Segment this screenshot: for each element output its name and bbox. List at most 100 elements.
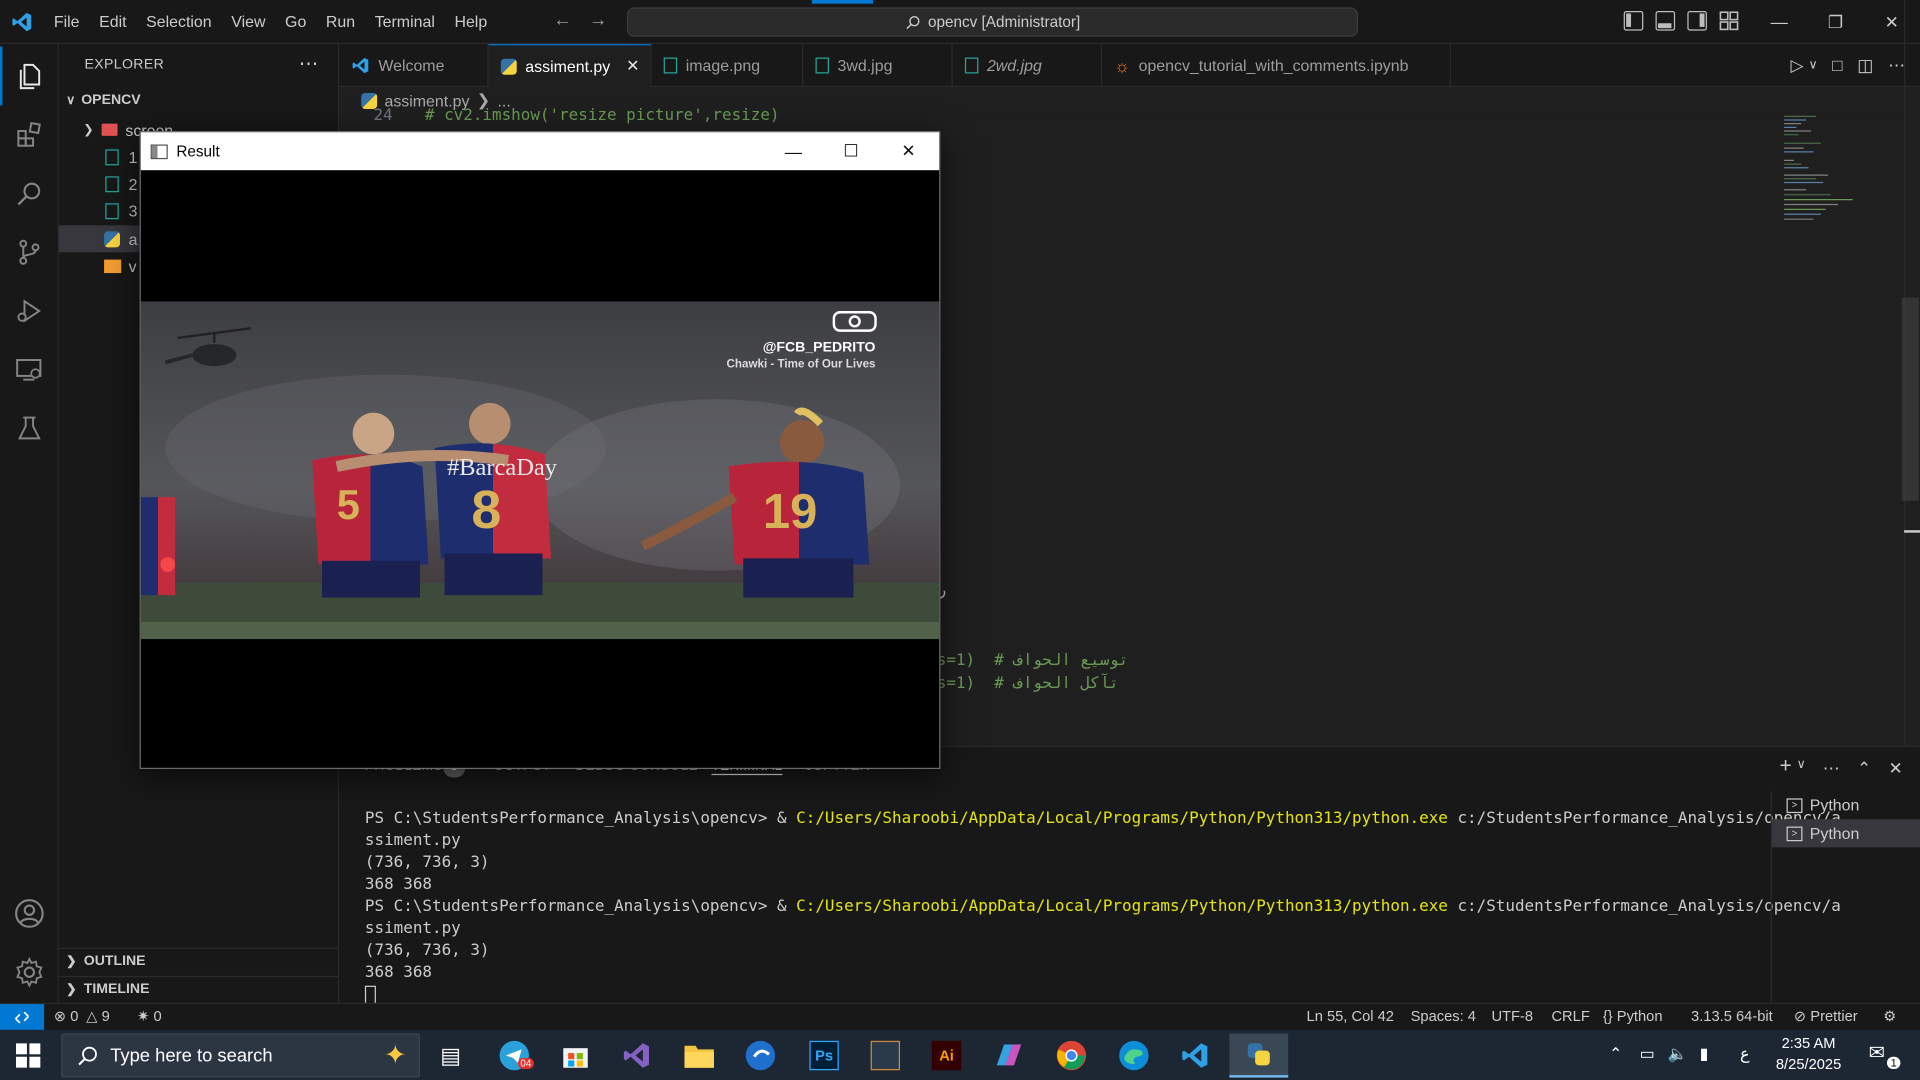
tab-image-png[interactable]: image.png [651, 44, 804, 87]
outline-section[interactable]: ❯ OUTLINE [66, 954, 145, 969]
edge-icon[interactable] [1106, 1033, 1162, 1077]
visual-studio-icon[interactable] [609, 1033, 665, 1077]
run-debug-icon[interactable] [0, 282, 59, 341]
tab-notebook[interactable]: ☼ opencv_tutorial_with_comments.ipynb [1102, 44, 1452, 87]
app-moon-icon[interactable] [732, 1033, 788, 1077]
system-clock[interactable]: 2:35 AM 8/25/2025 [1765, 1033, 1853, 1075]
battery-icon[interactable]: ▮ [1700, 1044, 1709, 1064]
close-icon[interactable]: ✕ [880, 132, 936, 170]
folder-name: OPENCV [81, 93, 141, 108]
restore-icon[interactable]: ❐ [1807, 0, 1863, 44]
testing-icon[interactable] [0, 399, 59, 458]
run-file-icon[interactable]: ▷ [1790, 55, 1803, 76]
source-control-icon[interactable] [0, 223, 59, 282]
cursor-position[interactable]: Ln 55, Col 42 [1307, 1008, 1394, 1025]
terminal-output[interactable]: PS C:\StudentsPerformance_Analysis\openc… [364, 808, 1841, 1006]
file-explorer-icon[interactable] [671, 1033, 727, 1077]
taskbar-search[interactable]: Type here to search ✦ [61, 1033, 421, 1078]
ports-icon: ✷ [137, 1007, 150, 1025]
customize-layout-icon[interactable] [1719, 11, 1739, 31]
menu-selection[interactable]: Selection [136, 0, 221, 43]
telegram-icon[interactable]: 04 [486, 1033, 542, 1077]
toggle-panel-icon[interactable] [1655, 11, 1676, 31]
terminal-exe: C:/Users/Sharoobi/AppData/Local/Programs… [796, 809, 1448, 828]
more-actions-icon[interactable]: ⋯ [299, 51, 319, 75]
menu-edit[interactable]: Edit [89, 0, 136, 43]
accounts-icon[interactable] [0, 884, 59, 943]
chrome-icon[interactable] [1043, 1033, 1099, 1077]
end-of-line[interactable]: CRLF [1551, 1008, 1589, 1025]
show-hidden-icons-icon[interactable]: ⌃ [1609, 1044, 1622, 1064]
input-language[interactable]: ع [1740, 1044, 1750, 1064]
python-taskbar-icon[interactable] [1229, 1033, 1289, 1078]
microsoft-store-icon[interactable] [547, 1033, 603, 1077]
language-label: Python [1616, 1007, 1663, 1025]
volume-icon[interactable]: 🔈 [1668, 1044, 1688, 1064]
toggle-secondary-sidebar-icon[interactable] [1687, 11, 1707, 31]
menu-file[interactable]: File [44, 0, 89, 43]
chevron-down-icon[interactable]: ∨ [1797, 758, 1806, 779]
notification-center-icon[interactable]: ✉ [1869, 1041, 1885, 1065]
new-terminal-icon[interactable]: + [1780, 754, 1792, 778]
forward-arrow-icon[interactable]: → [589, 10, 607, 31]
tab-welcome[interactable]: Welcome [339, 44, 489, 87]
split-editor-icon[interactable]: ◫ [1857, 55, 1873, 76]
remote-indicator-icon[interactable] [0, 1004, 45, 1032]
terminal-instance-selected[interactable]: > Python [1771, 819, 1920, 848]
menu-help[interactable]: Help [445, 0, 497, 43]
maximize-icon[interactable]: ☐ [823, 132, 879, 170]
python-interpreter[interactable]: 3.13.5 64-bit [1691, 1008, 1773, 1025]
app-tools-icon[interactable] [857, 1033, 913, 1077]
open-changes-icon[interactable]: □ [1832, 55, 1842, 76]
indentation[interactable]: Spaces: 4 [1411, 1008, 1476, 1025]
minimap[interactable] [1779, 114, 1865, 224]
menu-terminal[interactable]: Terminal [365, 0, 445, 43]
language-mode[interactable]: {} Python [1603, 1008, 1663, 1025]
minimize-icon[interactable]: — [765, 132, 821, 170]
notifications-bell-icon[interactable]: ⚙ [1883, 1008, 1896, 1025]
close-icon[interactable]: ✕ [1864, 0, 1920, 44]
extensions-icon[interactable] [0, 105, 59, 164]
close-panel-icon[interactable]: ✕ [1889, 758, 1903, 779]
workspace-folder-header[interactable]: ∨ OPENCV [66, 93, 141, 108]
back-arrow-icon[interactable]: ← [553, 10, 571, 31]
encoding[interactable]: UTF-8 [1491, 1008, 1533, 1025]
problems-status[interactable]: ⊗ 0 △ 9 [54, 1008, 110, 1025]
menu-run[interactable]: Run [316, 0, 365, 43]
editor-scrollbar[interactable] [1901, 297, 1919, 501]
ports-status[interactable]: ✷ 0 [137, 1008, 162, 1025]
photoshop-icon[interactable]: Ps [796, 1033, 852, 1077]
device-icon[interactable]: ▭ [1640, 1044, 1655, 1064]
settings-gear-icon[interactable] [0, 943, 59, 1002]
maximize-panel-icon[interactable]: ⌃ [1857, 758, 1871, 779]
outline-label: OUTLINE [83, 953, 146, 969]
task-view-icon[interactable]: ▤ [422, 1033, 478, 1077]
chevron-down-icon[interactable]: ∨ [1809, 59, 1818, 76]
illustrator-icon[interactable]: Ai [918, 1033, 974, 1077]
warning-count: 9 [101, 1007, 110, 1025]
more-actions-icon[interactable]: ⋯ [1888, 55, 1905, 76]
menu-view[interactable]: View [221, 0, 275, 43]
minimize-icon[interactable]: — [1751, 0, 1807, 44]
more-actions-icon[interactable]: ⋯ [1823, 758, 1840, 779]
result-window-titlebar[interactable]: Result — ☐ ✕ [140, 132, 940, 171]
windows-start-icon[interactable] [0, 1033, 56, 1077]
prettier-status[interactable]: ⊘ Prettier [1794, 1008, 1858, 1025]
search-icon[interactable] [0, 164, 59, 223]
close-tab-icon[interactable]: ✕ [626, 56, 639, 76]
terminal-prompt: PS C:\StudentsPerformance_Analysis\openc… [364, 897, 797, 916]
command-center[interactable]: opencv [Administrator] [626, 0, 1358, 37]
tab-assiment-py[interactable]: assiment.py ✕ [488, 44, 652, 87]
terminal-instance[interactable]: > Python [1772, 791, 1920, 819]
chevron-right-icon: ❯ [66, 983, 77, 997]
vscode-taskbar-icon[interactable] [1167, 1033, 1223, 1077]
remote-explorer-icon[interactable] [0, 340, 59, 399]
menu-go[interactable]: Go [275, 0, 316, 43]
copilot-icon[interactable] [981, 1033, 1037, 1077]
tab-3wd-jpg[interactable]: 3wd.jpg [803, 44, 953, 87]
opencv-result-window[interactable]: Result — ☐ ✕ 5 8 19 #BarcaDay @FCB_PEDRI… [139, 131, 941, 769]
timeline-section[interactable]: ❯ TIMELINE [66, 982, 149, 997]
tab-2wd-jpg[interactable]: 2wd.jpg [953, 44, 1103, 87]
explorer-icon[interactable] [0, 46, 59, 106]
toggle-primary-sidebar-icon[interactable] [1623, 11, 1644, 31]
